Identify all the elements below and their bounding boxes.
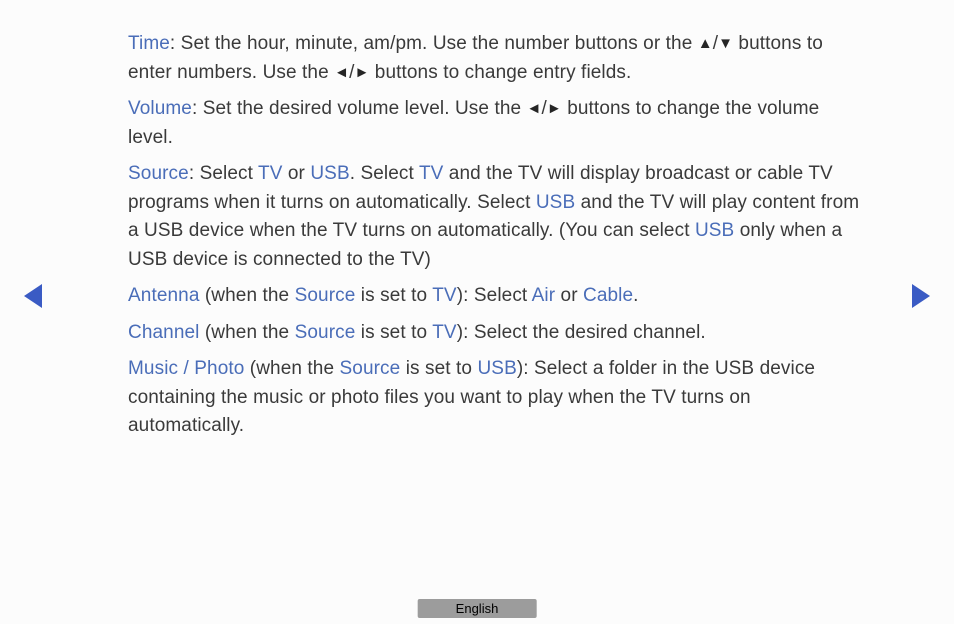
text: or — [555, 285, 583, 306]
manual-content: Time: Set the hour, minute, am/pm. Use t… — [0, 0, 954, 441]
right-arrow-icon: ► — [547, 98, 562, 121]
label-source: Source — [128, 163, 189, 184]
up-arrow-icon: ▲ — [698, 33, 713, 56]
kw-tv: TV — [432, 285, 456, 306]
text: buttons to change entry fields. — [369, 62, 631, 83]
item-antenna: Antenna (when the Source is set to TV): … — [128, 282, 864, 311]
kw-tv: TV — [432, 322, 456, 343]
left-arrow-icon: ◄ — [527, 98, 542, 121]
text: : Set the hour, minute, am/pm. Use the n… — [170, 33, 698, 54]
label-antenna: Antenna — [128, 285, 200, 306]
text: : Set the desired volume level. Use the — [192, 98, 527, 119]
label-channel: Channel — [128, 322, 199, 343]
text: is set to — [355, 285, 432, 306]
text: . — [633, 285, 638, 306]
item-time: Time: Set the hour, minute, am/pm. Use t… — [128, 30, 864, 87]
text: (when the — [200, 285, 295, 306]
label-music-photo: Music / Photo — [128, 358, 244, 379]
kw-source: Source — [295, 285, 356, 306]
kw-usb: USB — [695, 220, 734, 241]
text: is set to — [400, 358, 477, 379]
language-badge: English — [418, 599, 537, 618]
text: (when the — [244, 358, 339, 379]
label-time: Time — [128, 33, 170, 54]
kw-tv: TV — [419, 163, 443, 184]
text: ): Select the desired channel. — [457, 322, 706, 343]
text: is set to — [355, 322, 432, 343]
item-source: Source: Select TV or USB. Select TV and … — [128, 160, 864, 274]
item-music-photo: Music / Photo (when the Source is set to… — [128, 355, 864, 441]
kw-usb: USB — [536, 192, 575, 213]
right-arrow-icon: ► — [354, 62, 369, 85]
item-channel: Channel (when the Source is set to TV): … — [128, 319, 864, 348]
text: ): Select — [457, 285, 532, 306]
kw-source: Source — [340, 358, 401, 379]
kw-source: Source — [295, 322, 356, 343]
kw-cable: Cable — [583, 285, 633, 306]
prev-page-button[interactable] — [24, 284, 42, 308]
text: (when the — [199, 322, 294, 343]
down-arrow-icon: ▼ — [718, 33, 733, 56]
item-volume: Volume: Set the desired volume level. Us… — [128, 95, 864, 152]
kw-tv: TV — [258, 163, 282, 184]
text: or — [283, 163, 311, 184]
text: : Select — [189, 163, 258, 184]
next-page-button[interactable] — [912, 284, 930, 308]
label-volume: Volume — [128, 98, 192, 119]
kw-usb: USB — [477, 358, 516, 379]
left-arrow-icon: ◄ — [334, 62, 349, 85]
kw-air: Air — [532, 285, 556, 306]
text: . Select — [350, 163, 419, 184]
kw-usb: USB — [310, 163, 349, 184]
